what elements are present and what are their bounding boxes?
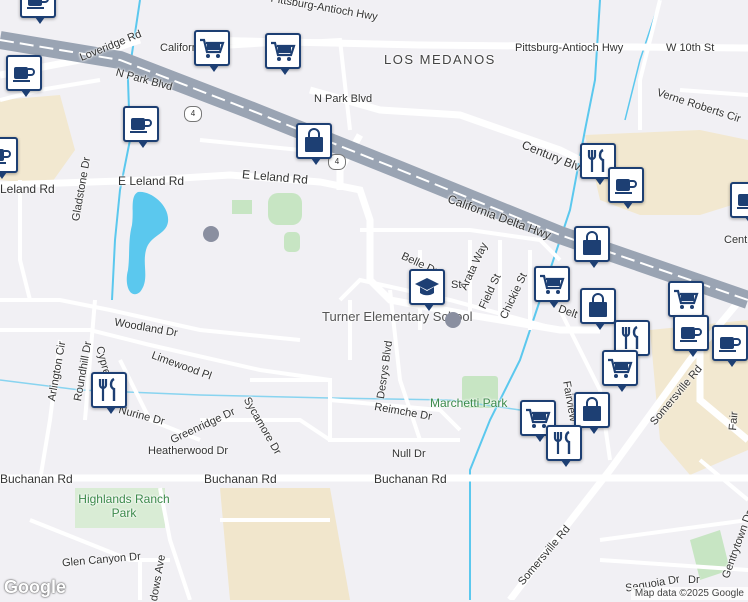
coffee-icon — [127, 110, 155, 138]
marker-coffee[interactable] — [20, 0, 56, 24]
road-label-dr: Dr — [688, 574, 700, 586]
road-label-n-park-blvd: N Park Blvd — [314, 93, 373, 105]
road-label-buchanan-rd: Buchanan Rd — [374, 472, 447, 486]
road-label-fair: Fair — [727, 411, 741, 432]
marker-shopping-cart[interactable] — [602, 350, 638, 392]
marker-shopping-bag[interactable] — [574, 392, 610, 434]
marker-shopping-cart[interactable] — [265, 33, 301, 75]
park-area — [284, 232, 300, 252]
coffee-icon — [0, 141, 14, 169]
marker-shopping-bag[interactable] — [296, 123, 332, 165]
marker-coffee[interactable] — [673, 315, 709, 357]
google-logo: Google — [4, 577, 66, 597]
road-label-null-dr: Null Dr — [392, 448, 426, 460]
map-attribution[interactable]: Map data ©2025 Google — [630, 587, 748, 600]
restaurant-icon — [550, 429, 578, 457]
road-label-buchanan-rd: Buchanan Rd — [204, 472, 277, 486]
poi-label-highlands-ranch-park: Highlands Ranch Park — [78, 492, 170, 520]
marker-coffee[interactable] — [0, 137, 18, 179]
road-label-centre: Cent — [724, 234, 748, 246]
marker-restaurant[interactable] — [91, 372, 127, 414]
marker-shopping-cart[interactable] — [534, 266, 570, 308]
road-label-st: St — [451, 279, 462, 291]
area-label-los-medanos: LOS MEDANOS — [384, 52, 496, 67]
marker-coffee[interactable] — [712, 325, 748, 367]
road-label-leland-rd: Leland Rd — [0, 182, 55, 196]
road-label-california: Californ — [160, 42, 198, 54]
coffee-icon — [734, 186, 748, 214]
coffee-icon — [677, 319, 705, 347]
lake — [126, 191, 169, 295]
marker-coffee[interactable] — [123, 106, 159, 148]
school-poi-icon — [203, 226, 219, 242]
marker-school[interactable] — [409, 269, 445, 311]
shopping-cart-icon — [269, 37, 297, 65]
shopping-bag-icon — [578, 230, 606, 258]
marker-shopping-cart[interactable] — [668, 281, 704, 323]
road-label-heatherwood-dr: Heatherwood Dr — [148, 445, 229, 457]
park-area — [268, 193, 302, 225]
shopping-bag-icon — [584, 292, 612, 320]
coffee-icon — [716, 329, 744, 357]
shopping-cart-icon — [198, 34, 226, 62]
shopping-bag-icon — [300, 127, 328, 155]
marker-shopping-bag[interactable] — [580, 288, 616, 330]
marker-shopping-cart[interactable] — [194, 30, 230, 72]
road-label-buchanan-rd: Buchanan Rd — [0, 472, 73, 486]
marker-coffee[interactable] — [608, 167, 644, 209]
commercial-area — [220, 488, 350, 600]
coffee-icon — [612, 171, 640, 199]
road-label-pittsburg-antioch-hwy: Pittsburg-Antioch Hwy — [515, 42, 624, 54]
marker-coffee[interactable] — [6, 55, 42, 97]
coffee-icon — [24, 0, 52, 14]
school-poi-icon — [445, 312, 461, 328]
school-icon — [413, 273, 441, 301]
road-label-w-10th-st: W 10th St — [666, 42, 715, 54]
marker-restaurant[interactable] — [546, 425, 582, 467]
highway-shield: 4 — [184, 106, 202, 122]
road-label-e-leland-rd: E Leland Rd — [118, 174, 185, 188]
marker-coffee[interactable] — [730, 182, 748, 224]
restaurant-icon — [95, 376, 123, 404]
poi-label-turner-elementary-school: Turner Elementary School — [322, 309, 473, 324]
shopping-cart-icon — [538, 270, 566, 298]
park-area — [232, 200, 252, 214]
poi-label-marchetti-park: Marchetti Park — [430, 396, 508, 410]
shopping-bag-icon — [578, 396, 606, 424]
shopping-cart-icon — [672, 285, 700, 313]
restaurant-icon — [618, 324, 646, 352]
coffee-icon — [10, 59, 38, 87]
shopping-cart-icon — [606, 354, 634, 382]
marker-shopping-bag[interactable] — [574, 226, 610, 268]
